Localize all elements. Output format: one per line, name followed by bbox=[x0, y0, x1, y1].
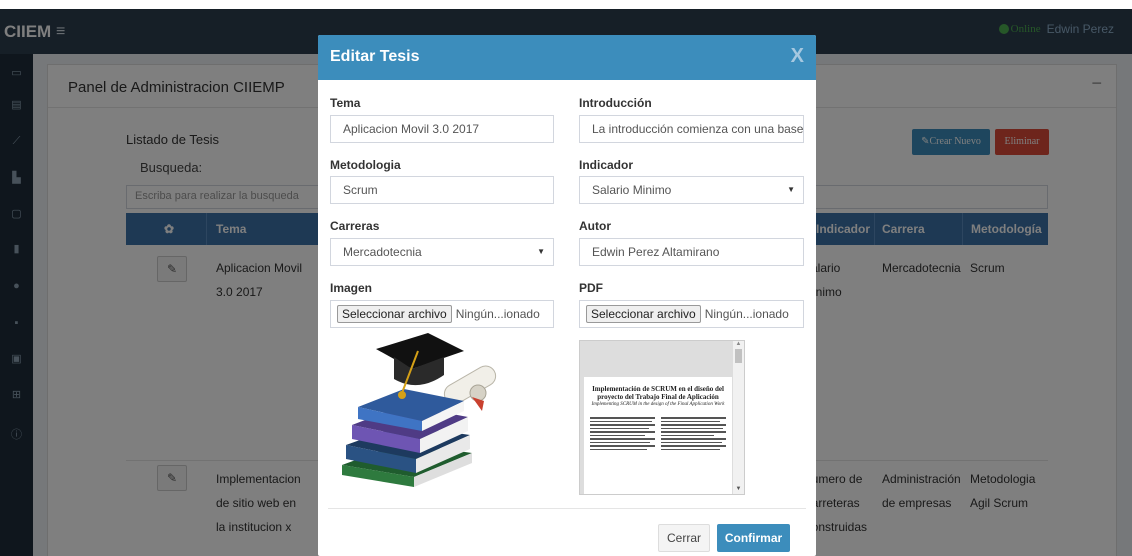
select-pdf-button[interactable]: Seleccionar archivo bbox=[586, 305, 701, 323]
introduccion-input[interactable]: La introducción comienza con una base bbox=[579, 115, 804, 143]
carreras-label: Carreras bbox=[330, 219, 380, 233]
select-image-button[interactable]: Seleccionar archivo bbox=[337, 305, 452, 323]
modal-title: Editar Tesis bbox=[330, 48, 420, 65]
indicador-select[interactable]: Salario Minimo ▼ bbox=[579, 176, 804, 204]
pdf-page: Implementación de SCRUM en el diseño del… bbox=[584, 377, 732, 494]
pdf-label: PDF bbox=[579, 281, 603, 295]
thesis-image-preview bbox=[342, 333, 497, 487]
autor-input[interactable]: Edwin Perez Altamirano bbox=[579, 238, 804, 266]
pdf-title: Implementación de SCRUM en el diseño del… bbox=[592, 385, 724, 401]
tema-input[interactable]: Aplicacion Movil 3.0 2017 bbox=[330, 115, 554, 143]
carreras-selected-value: Mercadotecnia bbox=[343, 245, 422, 259]
modal-footer-divider bbox=[328, 508, 806, 509]
metodologia-input[interactable]: Scrum bbox=[330, 176, 554, 204]
modal-header: Editar Tesis X bbox=[318, 35, 816, 80]
indicador-label: Indicador bbox=[579, 158, 634, 172]
introduccion-label: Introducción bbox=[579, 96, 652, 110]
pdf-subtitle: Implementing SCRUM in the design of the … bbox=[591, 402, 725, 407]
pdf-file-name: Ningún...ionado bbox=[704, 307, 789, 321]
pdf-preview[interactable]: Implementación de SCRUM en el diseño del… bbox=[579, 340, 745, 495]
chevron-down-icon: ▼ bbox=[787, 185, 795, 194]
books-icon bbox=[342, 389, 472, 487]
autor-label: Autor bbox=[579, 219, 611, 233]
pdf-file-input[interactable]: Seleccionar archivo Ningún...ionado bbox=[579, 300, 804, 328]
scroll-thumb[interactable] bbox=[735, 349, 742, 363]
edit-thesis-modal: Editar Tesis X Tema Aplicacion Movil 3.0… bbox=[318, 35, 816, 556]
carreras-select[interactable]: Mercadotecnia ▼ bbox=[330, 238, 554, 266]
indicador-selected-value: Salario Minimo bbox=[592, 183, 672, 197]
scroll-down-icon[interactable]: ▼ bbox=[733, 486, 744, 492]
confirm-button[interactable]: Confirmar bbox=[717, 524, 790, 552]
cancel-button[interactable]: Cerrar bbox=[658, 524, 710, 552]
pdf-body-text bbox=[584, 409, 732, 450]
tema-label: Tema bbox=[330, 96, 361, 110]
chevron-down-icon: ▼ bbox=[537, 247, 545, 256]
imagen-file-input[interactable]: Seleccionar archivo Ningún...ionado bbox=[330, 300, 554, 328]
metodologia-label: Metodologia bbox=[330, 158, 401, 172]
close-icon[interactable]: X bbox=[791, 45, 804, 68]
imagen-label: Imagen bbox=[330, 281, 373, 295]
pdf-scrollbar[interactable]: ▲ ▼ bbox=[732, 341, 744, 494]
scroll-up-icon[interactable]: ▲ bbox=[733, 341, 744, 347]
image-file-name: Ningún...ionado bbox=[455, 307, 540, 321]
